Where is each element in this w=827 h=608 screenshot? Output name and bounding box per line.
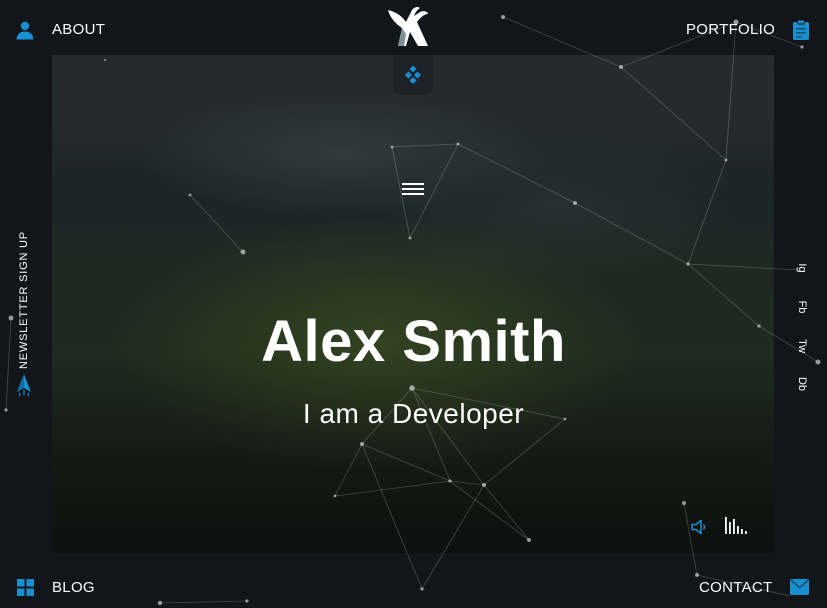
- social-link-ig[interactable]: Ig: [796, 263, 808, 272]
- hero-background-photo: [52, 55, 774, 553]
- diamond-icon: [404, 66, 422, 84]
- social-link-db[interactable]: Db: [796, 377, 808, 391]
- nav-blog-link[interactable]: BLOG: [52, 579, 95, 596]
- tab-handle[interactable]: [393, 55, 433, 95]
- nav-about-link[interactable]: ABOUT: [52, 21, 105, 38]
- grid-icon[interactable]: [17, 579, 34, 596]
- nav-contact-link[interactable]: CONTACT: [699, 579, 772, 596]
- hero-subtitle: I am a Developer: [302, 398, 525, 429]
- newsletter-signup-link[interactable]: NEWSLETTER SIGN UP: [18, 231, 30, 369]
- bird-logo[interactable]: [384, 4, 432, 50]
- hamburger-icon[interactable]: [402, 183, 424, 197]
- mail-icon[interactable]: [790, 579, 809, 595]
- clipboard-icon[interactable]: [792, 19, 810, 41]
- nav-portfolio-link[interactable]: PORTFOLIO: [686, 21, 775, 38]
- paper-plane-icon[interactable]: [16, 374, 32, 396]
- social-link-fb[interactable]: Fb: [796, 301, 808, 314]
- social-link-tw[interactable]: Tw: [796, 339, 808, 353]
- user-icon[interactable]: [15, 20, 35, 40]
- equalizer-icon[interactable]: [724, 515, 748, 535]
- hero-name: Alex Smith: [261, 309, 566, 374]
- speaker-icon[interactable]: [690, 518, 708, 536]
- page: ABOUT PORTFOLIO Alex Smith I am a Develo…: [0, 0, 827, 608]
